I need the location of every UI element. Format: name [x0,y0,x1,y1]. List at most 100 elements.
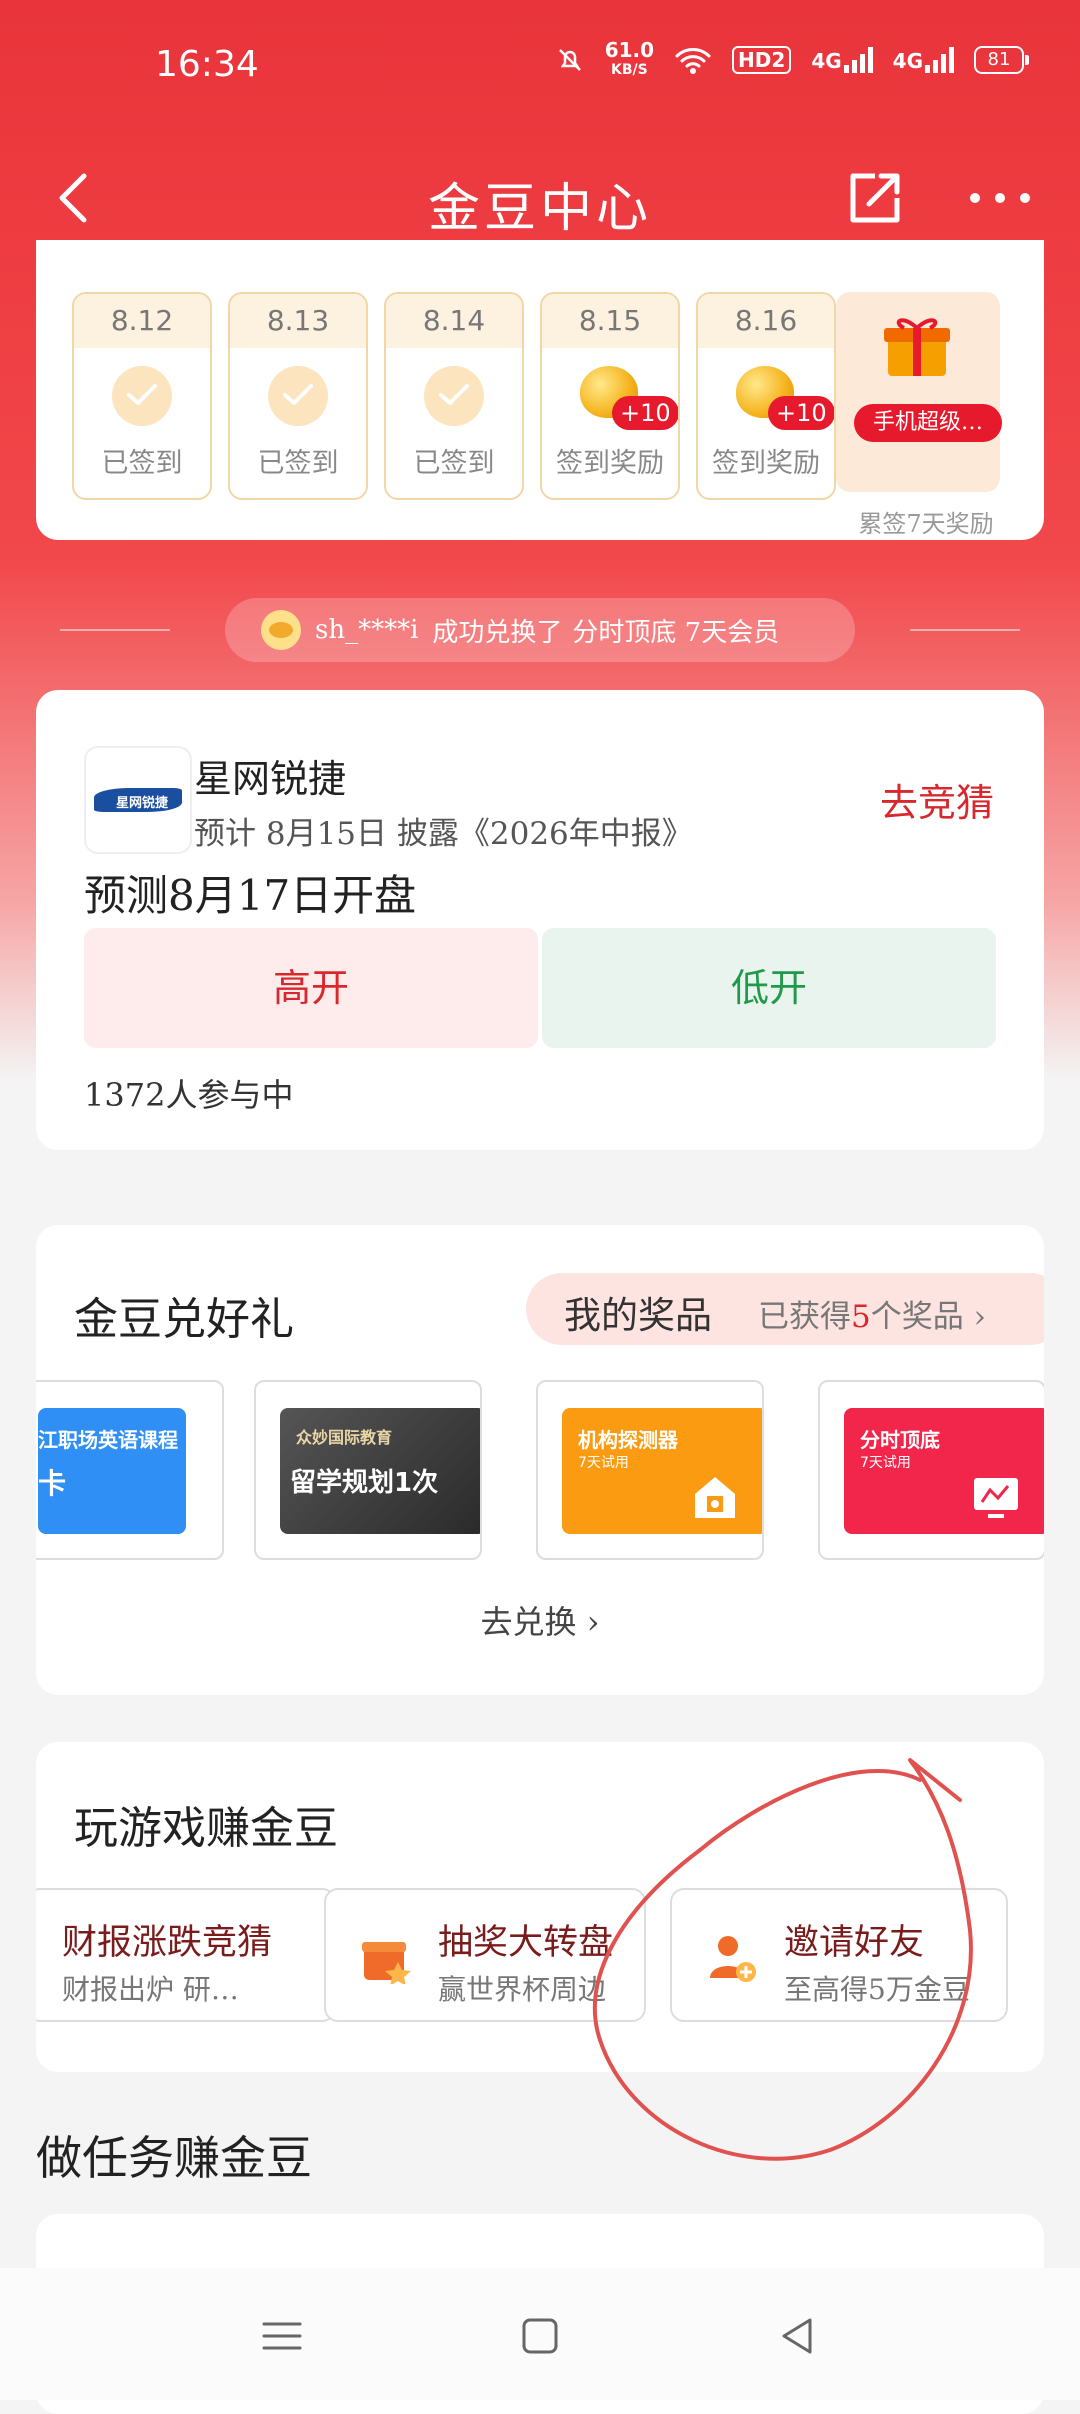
sign-in-day[interactable]: 8.16 +10 签到奖励 [696,292,836,500]
divider [910,629,1020,631]
high-open-button[interactable]: 高开 [84,928,538,1048]
game-invite-friends[interactable]: 邀请好友 至高得5万金豆 [670,1888,1008,2022]
sign-in-status: 已签到 [101,448,183,479]
sign-in-status: 签到奖励 [556,448,664,479]
ticker-user: sh_****i [315,615,419,645]
prediction-question: 预测8月17日开盘 [84,871,417,920]
network-speed-value: 61.0 [604,38,655,62]
sign-in-day[interactable]: 8.14 已签到 [384,292,524,500]
game-earnings-guess[interactable]: 财报涨跌竞猜 财报出炉 研… [36,1888,336,2022]
wifi-icon [675,48,711,74]
gift-box-icon [884,318,950,376]
go-redeem-link[interactable]: 去兑换 › [36,1597,1044,1643]
status-time: 16:34 [155,44,259,85]
checkmark-icon [424,366,484,426]
game-title: 抽奖大转盘 [438,1923,614,1963]
gift-image: 分时顶底 7天试用 [844,1408,1044,1534]
gift-card[interactable]: 江职场英语课程 卡 [36,1380,224,1560]
home-square-icon[interactable] [516,2312,564,2360]
sign-in-day[interactable]: 8.15 +10 签到奖励 [540,292,680,500]
games-section: 玩游戏赚金豆 财报涨跌竞猜 财报出炉 研… 抽奖大转盘 赢世界杯周边 邀请好友 … [36,1742,1044,2072]
hd-voice-badge: HD2 [732,46,792,74]
low-open-button[interactable]: 低开 [542,928,996,1048]
gift-image: 众妙国际教育 留学规划1次 [280,1408,480,1534]
reward-badge: +10 [768,396,834,430]
logo-text: 星网锐捷 [116,796,169,811]
sign-in-date: 8.12 [74,294,210,348]
guess-link[interactable]: 去竞猜 [880,772,994,827]
sim1-signal: 4G [811,47,873,73]
game-lucky-wheel[interactable]: 抽奖大转盘 赢世界杯周边 [324,1888,646,2022]
back-triangle-icon[interactable] [774,2312,822,2360]
menu-icon[interactable] [258,2312,306,2360]
gift-card[interactable]: 机构探测器 7天试用 [536,1380,764,1560]
network-speed: 61.0 KB/S [605,40,654,80]
gift-big-text: 卡 [38,1467,67,1500]
company-name: 星网锐捷 [194,757,347,801]
redeem-ticker: sh_****i 成功兑换了 分时顶底 7天会员 [225,598,855,662]
go-redeem-label: 去兑换 [480,1603,577,1641]
reward-name-tag: 手机超级… [854,404,1002,442]
section-title: 金豆兑好礼 [74,1294,294,1345]
gift-card[interactable]: 众妙国际教育 留学规划1次 [254,1380,482,1560]
my-prizes-button[interactable]: 我的奖品 已获得5个奖品 › [526,1273,1044,1345]
ticker-action: 成功兑换了 [432,617,563,648]
divider [60,629,170,631]
redeem-gifts-section: 金豆兑好礼 我的奖品 已获得5个奖品 › 江职场英语课程 卡 众妙国际教育 留学… [36,1225,1044,1695]
company-logo: 星网锐捷 [84,746,192,854]
sign-in-date: 8.14 [386,294,522,348]
network-speed-unit: KB/S [611,62,648,78]
prizes-suffix: 个奖品 [870,1299,964,1335]
mute-bell-icon [558,49,581,71]
earnings-prediction-card: 星网锐捷 星网锐捷 预计 8月15日 披露《2026年中报》 去竞猜 预测8月1… [36,690,1044,1150]
battery-indicator: 81 [974,46,1029,74]
house-icon [695,1477,735,1518]
disclosure-date: 预计 8月15日 披露《2026年中报》 [194,816,693,852]
gift-title: 机构探测器 [578,1428,678,1452]
prizes-number: 5 [851,1299,871,1335]
sign-in-status: 签到奖励 [712,448,820,479]
chevron-right-icon: › [973,1299,986,1335]
sign-in-calendar: 8.12 已签到 8.13 已签到 8.14 已签到 8.15 +10 签到奖励… [36,240,1044,540]
chart-monitor-icon [974,1478,1018,1518]
sign-in-date: 8.16 [698,294,834,348]
game-title: 邀请好友 [784,1923,925,1963]
page-title: 金豆中心 [427,179,652,239]
sign-in-date: 8.15 [542,294,678,348]
gift-card[interactable]: 分时顶底 7天试用 [818,1380,1044,1560]
gift-big-text: 留学规划1次 [290,1468,439,1498]
participant-count: 1372人参与中 [84,1076,294,1114]
section-title: 玩游戏赚金豆 [74,1803,338,1854]
gift-title: 众妙国际教育 [296,1428,393,1447]
avatar [261,610,301,650]
checkmark-icon [112,366,172,426]
system-navigation-bar [0,2268,1080,2400]
gift-title: 江职场英语课程 [38,1428,178,1452]
gift-subtitle: 7天试用 [860,1455,911,1471]
seven-day-reward[interactable]: 手机超级… 累签7天奖励 [836,292,1002,538]
gift-image: 江职场英语课程 卡 [38,1408,186,1534]
sign-in-day[interactable]: 8.12 已签到 [72,292,212,500]
prizes-count: 已获得5个奖品 › [758,1291,986,1336]
sign-in-day[interactable]: 8.13 已签到 [228,292,368,500]
share-icon[interactable] [845,168,905,228]
sim2-label: 4G [892,49,923,73]
status-icons: 61.0 KB/S HD2 4G 4G 81 [555,40,1029,80]
reward-badge: +10 [612,396,678,430]
gift-title: 分时顶底 [860,1428,940,1452]
signal-bars-icon [843,47,873,73]
game-title: 财报涨跌竞猜 [62,1923,273,1963]
more-options-icon[interactable] [965,178,1035,218]
sim1-label: 4G [811,49,842,73]
signal-bars-icon [925,47,954,73]
ticker-item: 分时顶底 7天会员 [572,617,780,648]
sign-in-date: 8.13 [230,294,366,348]
game-subtitle: 赢世界杯周边 [438,1973,607,2006]
chevron-right-icon: › [586,1603,600,1641]
sim2-signal: 4G [893,47,954,73]
prizes-prefix: 已获得 [758,1299,851,1335]
status-bar: 16:34 61.0 KB/S HD2 4G 4G 81 [0,0,1080,130]
game-subtitle: 至高得5万金豆 [784,1973,970,2006]
gift-image: 机构探测器 7天试用 [562,1408,762,1534]
my-prizes-label: 我的奖品 [564,1294,712,1337]
